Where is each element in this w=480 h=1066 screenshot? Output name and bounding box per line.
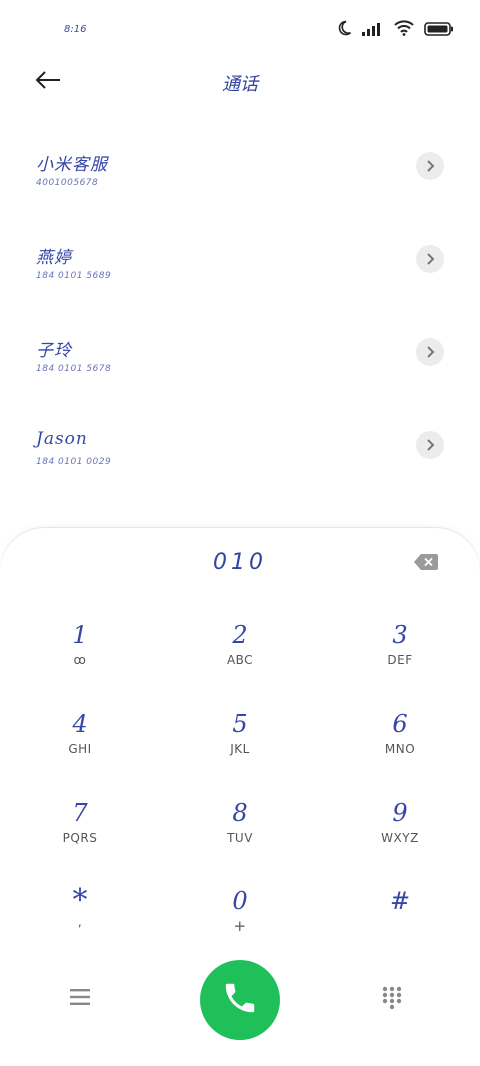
key-3[interactable]: 3 DEF <box>340 618 460 698</box>
key-digit: 2 <box>232 621 248 649</box>
signal-icon <box>362 21 384 40</box>
dialpad-sheet: 010 1 ꝏ 2 ABC 3 DEF 4 GHI 5 JKL 6 MNO 7 … <box>0 528 480 1066</box>
key-1[interactable]: 1 ꝏ <box>20 618 140 698</box>
chevron-right-icon[interactable] <box>416 245 444 273</box>
page-title: 通话 <box>222 74 258 95</box>
key-letters: MNO <box>384 742 416 756</box>
chevron-right-icon[interactable] <box>416 431 444 459</box>
backspace-icon <box>414 554 438 574</box>
key-digit: 0 <box>232 887 248 915</box>
keypad-toggle-button[interactable] <box>382 986 408 1014</box>
key-digit: 9 <box>392 799 408 827</box>
key-star[interactable]: * , <box>20 884 140 964</box>
dialpad-bottom-bar <box>0 960 480 1044</box>
moon-icon <box>336 20 352 40</box>
key-digit: 8 <box>232 799 248 827</box>
key-letters: JKL <box>230 742 250 756</box>
key-digit: 6 <box>392 710 408 738</box>
battery-icon <box>424 21 454 40</box>
key-letters: + <box>233 917 247 935</box>
key-digit: * <box>72 883 88 918</box>
contact-row[interactable]: 子玲 184 0101 5678 <box>0 316 480 409</box>
key-7[interactable]: 7 PQRS <box>20 796 140 876</box>
contact-name: 子玲 <box>36 341 72 361</box>
contact-number: 184 0101 5689 <box>36 271 112 281</box>
menu-button[interactable] <box>70 988 100 1014</box>
status-icons <box>336 20 454 40</box>
key-6[interactable]: 6 MNO <box>340 707 460 787</box>
call-button[interactable] <box>200 960 280 1040</box>
voicemail-icon: ꝏ <box>73 653 87 667</box>
delete-button[interactable] <box>414 554 440 574</box>
key-hash[interactable]: # <box>340 884 460 964</box>
key-digit: 1 <box>72 621 88 649</box>
status-bar: 8:16 <box>0 0 480 60</box>
contact-name: Jason <box>36 429 88 449</box>
contact-list: 小米客服 4001005678 燕婷 184 0101 5689 子玲 184 … <box>0 130 480 502</box>
chevron-right-icon[interactable] <box>416 338 444 366</box>
key-letters: GHI <box>68 742 92 756</box>
key-letters: TUV <box>227 831 253 845</box>
key-letters: DEF <box>387 653 413 667</box>
key-0[interactable]: 0 + <box>180 884 300 964</box>
wifi-icon <box>394 20 414 40</box>
contact-name: 燕婷 <box>36 248 72 268</box>
contact-number: 184 0101 0029 <box>36 457 112 467</box>
contact-row[interactable]: Jason 184 0101 0029 <box>0 409 480 502</box>
key-digit: 3 <box>392 621 408 649</box>
keypad-icon <box>382 986 402 1014</box>
contact-row[interactable]: 燕婷 184 0101 5689 <box>0 223 480 316</box>
key-8[interactable]: 8 TUV <box>180 796 300 876</box>
key-digit: 7 <box>72 799 88 827</box>
key-9[interactable]: 9 WXYZ <box>340 796 460 876</box>
chevron-right-icon[interactable] <box>416 152 444 180</box>
key-letters: WXYZ <box>381 831 419 845</box>
key-5[interactable]: 5 JKL <box>180 707 300 787</box>
contact-row[interactable]: 小米客服 4001005678 <box>0 130 480 223</box>
status-time: 8:16 <box>64 24 87 35</box>
contact-number: 4001005678 <box>36 178 99 188</box>
contact-name: 小米客服 <box>36 155 108 175</box>
key-digit: # <box>389 887 411 915</box>
key-digit: 5 <box>232 710 248 738</box>
key-4[interactable]: 4 GHI <box>20 707 140 787</box>
key-letters: PQRS <box>62 831 98 845</box>
contact-number: 184 0101 5678 <box>36 364 112 374</box>
key-letters: ABC <box>226 653 254 667</box>
phone-icon <box>221 979 259 1021</box>
key-2[interactable]: 2 ABC <box>180 618 300 698</box>
key-digit: 4 <box>72 710 88 738</box>
key-letters: , <box>77 915 83 929</box>
hamburger-menu-icon <box>70 989 90 1010</box>
dial-number-display[interactable]: 010 <box>0 550 480 575</box>
